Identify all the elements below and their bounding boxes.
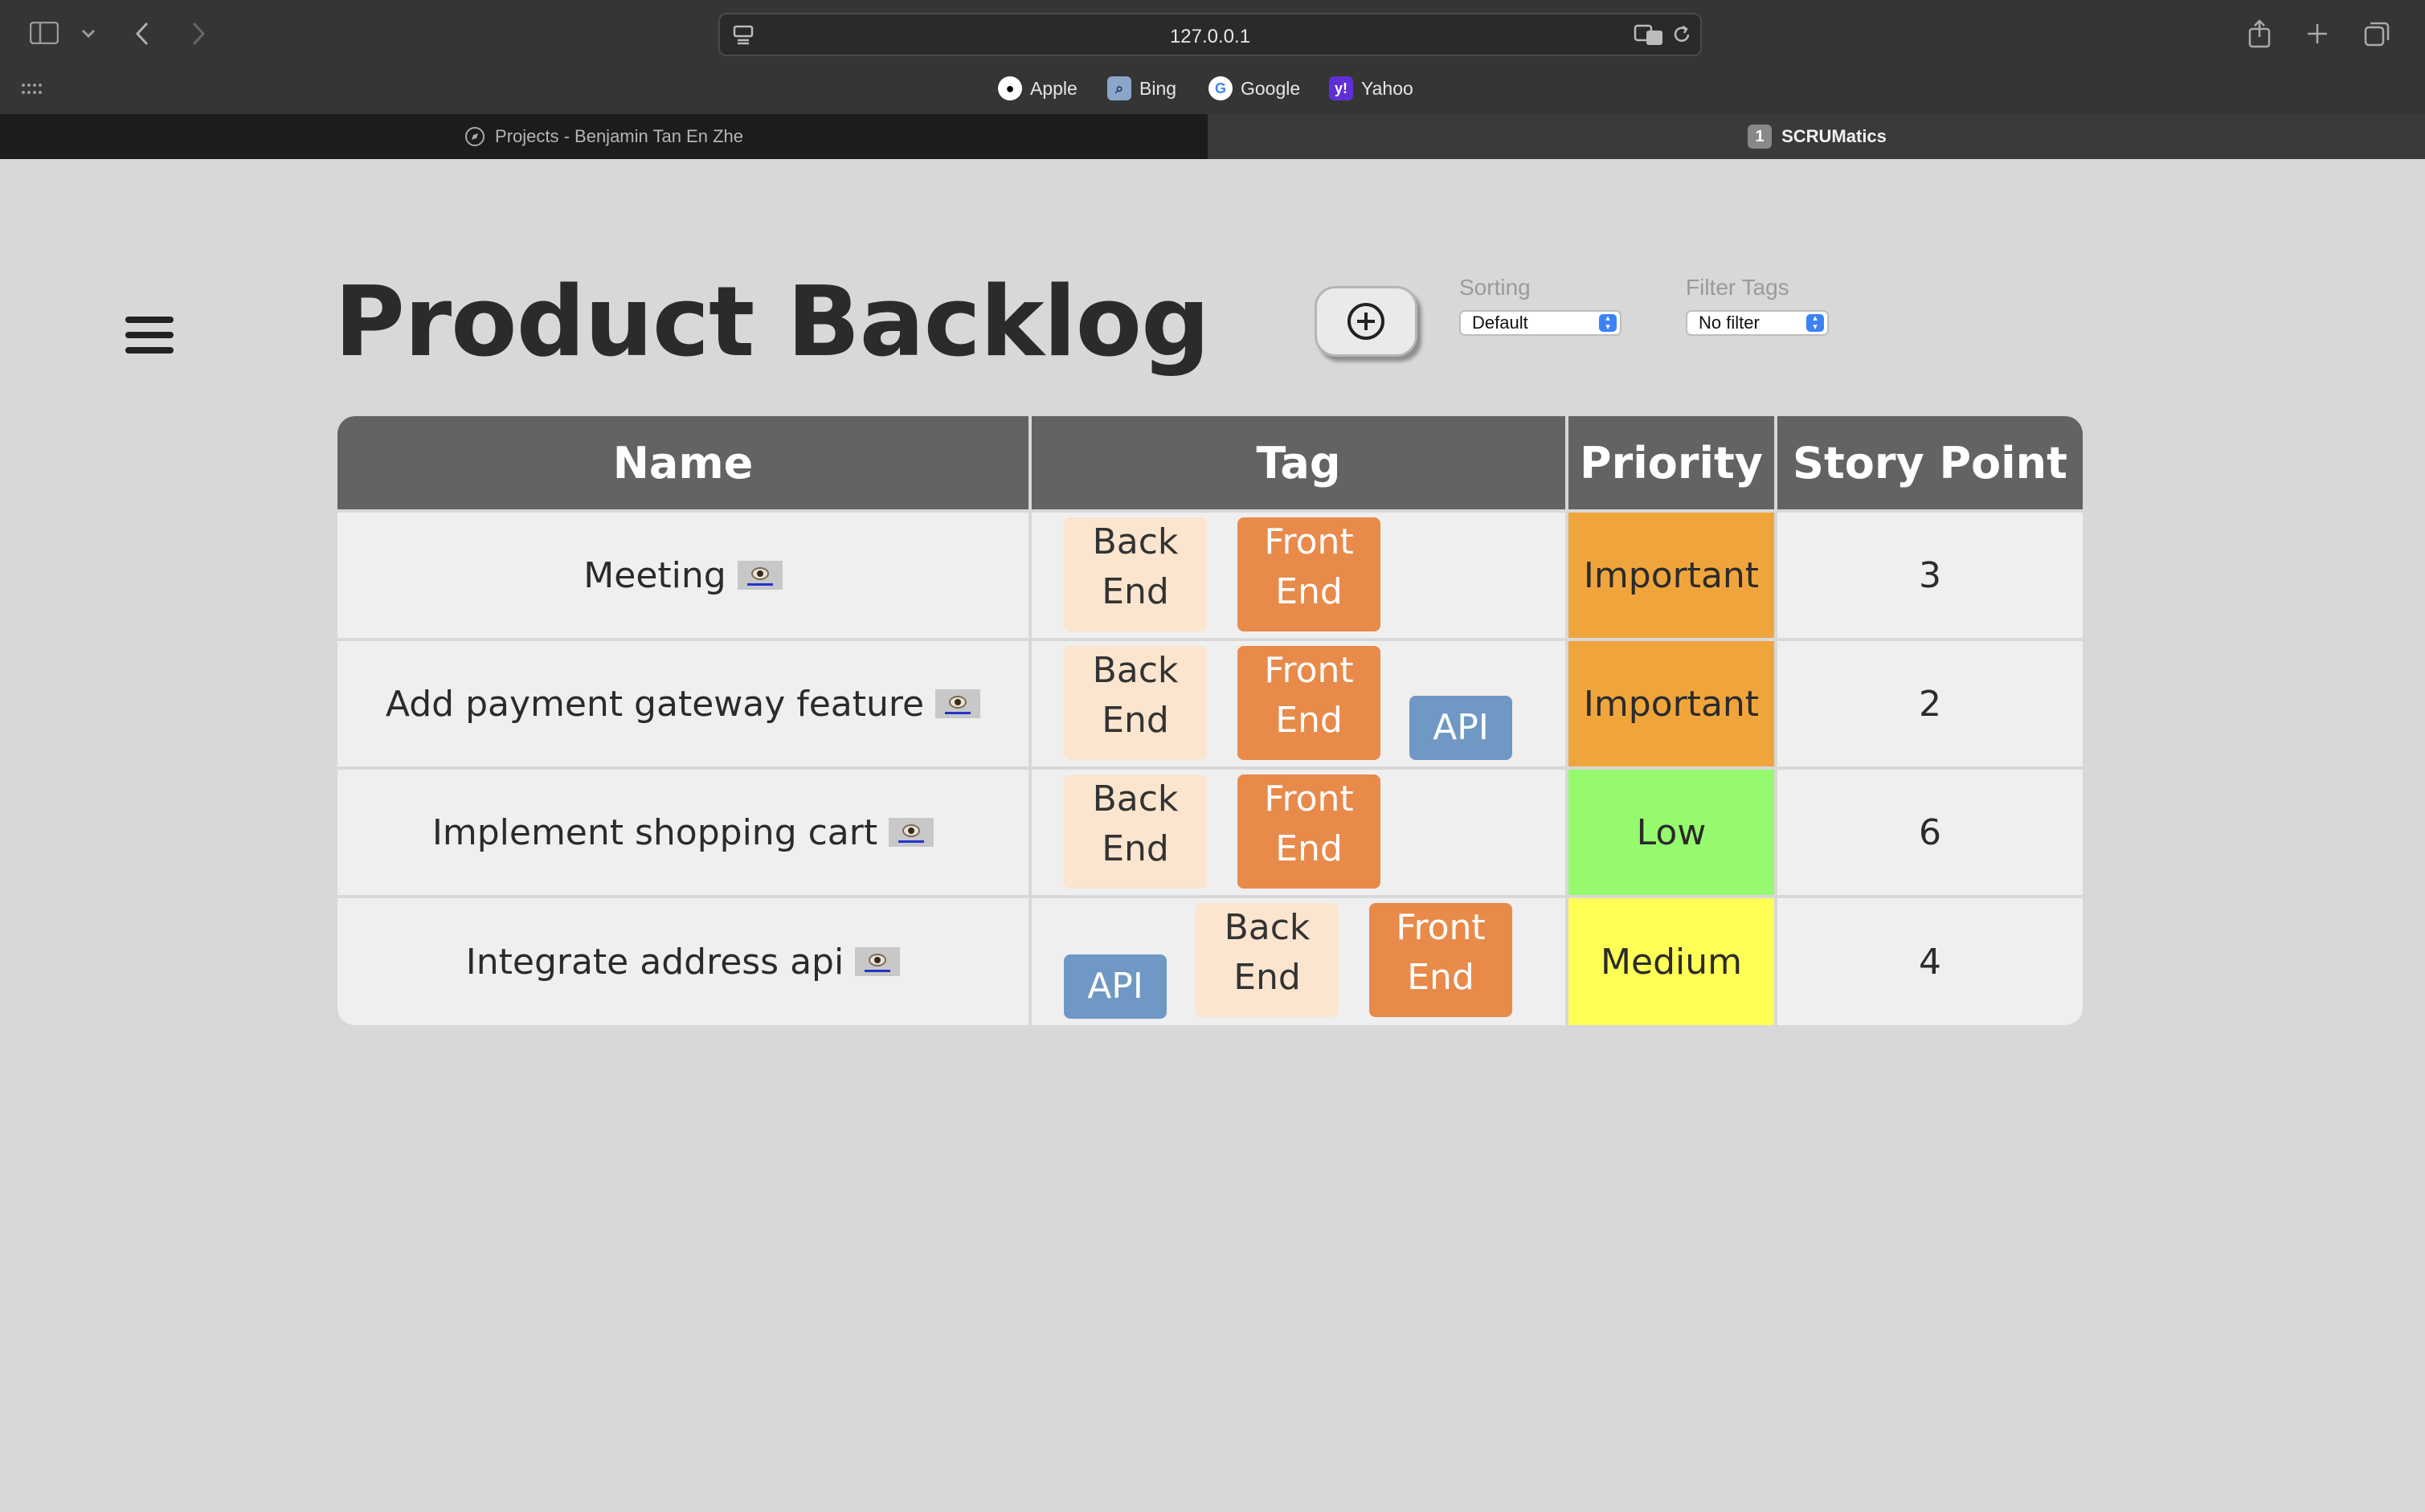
favorite-label: Bing (1139, 77, 1177, 99)
priority-badge: Important (1568, 513, 1774, 638)
filter-tags-label: Filter Tags (1686, 275, 1789, 300)
story-point: 2 (1919, 683, 1941, 725)
item-name[interactable]: Add payment gateway feature (386, 684, 924, 725)
page-title: Product Backlog (334, 267, 1210, 378)
story-point: 6 (1919, 811, 1941, 853)
row-divider (337, 509, 2083, 513)
translate-icon[interactable] (1633, 22, 1665, 47)
table-row-name: Integrate address api (337, 898, 1028, 1025)
table-row-name: Add payment gateway feature (337, 641, 1028, 766)
row-divider (337, 895, 2083, 898)
view-icon[interactable] (737, 561, 783, 590)
tag-back-end: Back End (1064, 774, 1207, 889)
item-name[interactable]: Implement shopping cart (432, 812, 877, 853)
tag-back-end: Back End (1064, 517, 1207, 631)
browser-chrome: 127.0.0.1 ● Apple ⌕ Bing G Google y! Yah… (0, 0, 2425, 159)
tab-badge: 1 (1748, 125, 1773, 149)
header-name[interactable]: Name (337, 416, 1028, 509)
tab-label: SCRUMatics (1781, 126, 1887, 146)
story-point: 3 (1919, 554, 1941, 596)
compass-icon (465, 127, 485, 146)
backlog-table: Name Tag Priority Story Point Meeting Ba… (337, 416, 2083, 1025)
share-icon[interactable] (2245, 18, 2274, 50)
forward-icon[interactable] (186, 19, 211, 48)
add-item-button[interactable] (1315, 286, 1417, 357)
favorite-label: Apple (1030, 77, 1078, 99)
table-row-name: Meeting (337, 513, 1028, 638)
row-divider (337, 638, 2083, 641)
sorting-value: Default (1472, 313, 1528, 333)
sorting-select[interactable]: Default ▴ ▾ (1459, 310, 1621, 336)
select-arrows-icon: ▴ ▾ (1806, 314, 1824, 332)
google-icon: G (1208, 76, 1233, 100)
priority-badge: Important (1568, 641, 1774, 766)
column-divider (1565, 416, 1568, 1025)
chevron-down-icon[interactable] (79, 26, 98, 42)
story-point: 4 (1919, 941, 1941, 983)
favorite-bing[interactable]: ⌕ Bing (1107, 74, 1176, 103)
view-icon[interactable] (935, 689, 981, 718)
header-story-point[interactable]: Story Point (1777, 416, 2083, 509)
tag-front-end: Front End (1237, 774, 1380, 889)
sorting-label: Sorting (1459, 275, 1531, 300)
tag-front-end: Front End (1237, 646, 1380, 760)
tab-projects[interactable]: Projects - Benjamin Tan En Zhe (0, 114, 1209, 159)
back-icon[interactable] (130, 19, 154, 48)
tab-label: Projects - Benjamin Tan En Zhe (495, 126, 743, 146)
select-arrows-icon: ▴ ▾ (1599, 314, 1617, 332)
table-row-name: Implement shopping cart (337, 770, 1028, 895)
apple-icon: ● (998, 76, 1022, 100)
address-bar[interactable]: 127.0.0.1 (718, 13, 1702, 56)
item-name[interactable]: Integrate address api (466, 942, 844, 983)
tag-api: API (1064, 954, 1167, 1019)
reload-icon[interactable] (1670, 22, 1694, 47)
favorite-apple[interactable]: ● Apple (998, 74, 1078, 103)
new-tab-icon[interactable] (2303, 19, 2332, 48)
row-divider (337, 766, 2083, 770)
header-priority[interactable]: Priority (1568, 416, 1774, 509)
view-icon[interactable] (889, 818, 934, 847)
address-text: 127.0.0.1 (1169, 26, 1251, 47)
sidebar-toggle-icon[interactable] (29, 21, 59, 45)
bing-icon: ⌕ (1107, 76, 1131, 100)
plus-circle-icon (1347, 303, 1384, 340)
tag-back-end: Back End (1196, 903, 1339, 1017)
priority-badge: Medium (1568, 898, 1774, 1025)
filter-value: No filter (1699, 313, 1760, 333)
yahoo-icon: y! (1329, 76, 1353, 100)
filter-tags-select[interactable]: No filter ▴ ▾ (1686, 310, 1829, 336)
tab-bar: Projects - Benjamin Tan En Zhe 1 SCRUMat… (0, 114, 2425, 159)
favorite-yahoo[interactable]: y! Yahoo (1329, 74, 1413, 103)
tab-scrumatics[interactable]: 1 SCRUMatics (1209, 114, 2425, 159)
priority-badge: Low (1568, 770, 1774, 895)
tab-overview-icon[interactable] (2362, 19, 2391, 48)
header-tag[interactable]: Tag (1032, 416, 1565, 509)
tag-api: API (1409, 696, 1512, 760)
column-divider (1028, 416, 1032, 1025)
tag-front-end: Front End (1369, 903, 1512, 1017)
item-name[interactable]: Meeting (583, 555, 726, 596)
favorite-label: Yahoo (1361, 77, 1413, 99)
favorite-google[interactable]: G Google (1208, 74, 1300, 103)
apps-grid-icon[interactable] (19, 80, 43, 98)
favorite-label: Google (1241, 77, 1301, 99)
column-divider (1774, 416, 1777, 1025)
tag-front-end: Front End (1237, 517, 1380, 631)
tag-back-end: Back End (1064, 646, 1207, 760)
view-icon[interactable] (855, 947, 901, 976)
menu-icon[interactable] (125, 317, 174, 357)
